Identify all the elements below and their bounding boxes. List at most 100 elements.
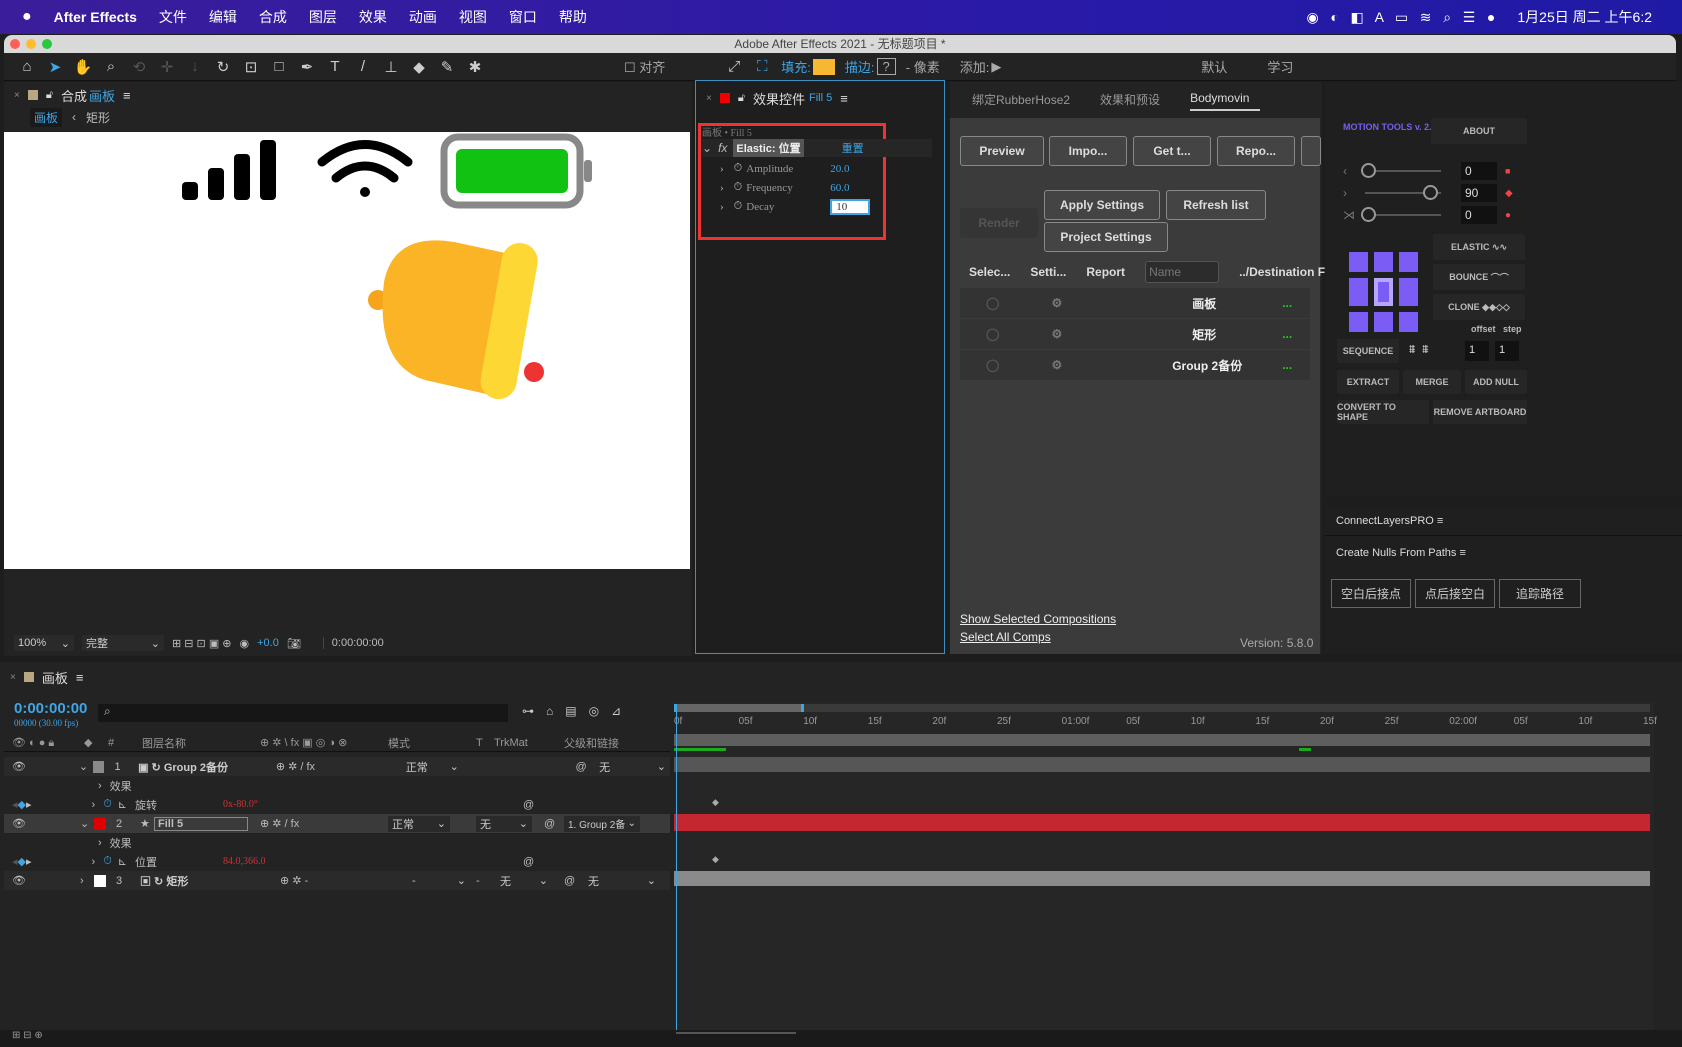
pan-tool-icon[interactable]: ✛ [158, 58, 176, 76]
about-button[interactable]: ABOUT [1431, 118, 1527, 144]
tab-effects-presets[interactable]: 效果和预设 [1100, 91, 1160, 108]
comp-time[interactable]: 0:00:00:00 [322, 637, 384, 649]
pickwhip-icon[interactable]: @ [575, 761, 595, 773]
show-selected-link[interactable]: Show Selected Compositions [960, 612, 1116, 626]
clock[interactable]: 1月25日 周二 上午6:2 [1517, 7, 1652, 27]
close-window-button[interactable] [10, 39, 20, 49]
sequence-stairs-icons[interactable]: ⩩ ⩩ [1409, 342, 1428, 357]
ease-slider[interactable] [1361, 207, 1441, 222]
time-graph[interactable]: 0f 05f 10f 15f 20f 25f 01:00f 05f 10f 15f 20f 25f 02… [674, 702, 1657, 1030]
workspace-default[interactable]: 默认 [1201, 57, 1227, 76]
stopwatch-icon[interactable]: ⏱︎ [734, 162, 743, 175]
menu-animation[interactable]: 动画 [409, 7, 437, 27]
ease-slider[interactable] [1361, 163, 1441, 178]
offset-input[interactable]: 1 [1465, 341, 1489, 361]
zoom-select[interactable]: 100% ⌄ [14, 635, 74, 651]
chevron-right-icon[interactable]: › [92, 856, 96, 868]
square-key-icon[interactable]: ■ [1505, 166, 1510, 176]
layer-bar-3[interactable] [674, 871, 1650, 886]
menu-layer[interactable]: 图层 [309, 7, 337, 27]
rotate-tool-icon[interactable]: ↻ [214, 58, 232, 76]
clone-button[interactable]: CLONE ◆◆◇◇ [1433, 294, 1525, 320]
slider-value[interactable]: 0 [1461, 162, 1497, 180]
chevron-right-icon[interactable]: › [720, 182, 724, 194]
effect-name[interactable]: Elastic: 位置 [733, 139, 804, 157]
select-radio[interactable]: ◯ [986, 296, 999, 310]
more-button[interactable] [1301, 136, 1321, 166]
camera-icon[interactable]: 📷︎ [287, 637, 301, 650]
layer-name[interactable]: ▣ ↻ Group 2备份 [138, 759, 276, 775]
selection-tool-icon[interactable]: ➤ [46, 58, 64, 76]
menu-effect[interactable]: 效果 [359, 7, 387, 27]
chevron-down-icon[interactable]: ⌄ [702, 141, 712, 155]
slider-value[interactable]: 90 [1461, 184, 1497, 202]
effects-group-row[interactable]: › 效果 [4, 833, 670, 852]
trace-path-button[interactable]: 追踪路径 [1499, 579, 1582, 608]
text-tool-icon[interactable]: T [326, 58, 344, 76]
rectangle-tool-icon[interactable]: □ [270, 58, 288, 76]
bounce-button[interactable]: BOUNCE ⌒⌒ [1433, 264, 1525, 290]
name-filter-input[interactable]: Name [1145, 261, 1220, 283]
menu-app[interactable]: After Effects [54, 9, 137, 25]
roto-tool-icon[interactable]: ✎ [438, 58, 456, 76]
chevron-right-icon[interactable]: › [720, 163, 724, 175]
panel-menu-icon[interactable]: ≡ [123, 88, 131, 103]
comp-canvas[interactable] [4, 132, 690, 569]
stopwatch-icon[interactable]: ⏱︎ [103, 855, 112, 868]
breadcrumb-layer[interactable]: 矩形 [86, 109, 110, 126]
pickwhip-icon[interactable]: @ [564, 875, 584, 887]
preview-button[interactable]: Preview [960, 136, 1044, 166]
stroke-width[interactable]: - 像素 [906, 57, 940, 76]
comp-flowchart-icon[interactable]: ⊶ [522, 704, 534, 718]
comp-tab-name[interactable]: 画板 [89, 86, 115, 105]
status-icons[interactable]: ◉ ◐ ◧ A ▭ ≋ ⌕ ☰ ● [1307, 9, 1496, 26]
slider-knob[interactable] [1361, 163, 1376, 178]
layer-name-input[interactable]: Fill 5 [154, 816, 248, 831]
step-input[interactable]: 1 [1495, 341, 1519, 361]
param-value[interactable]: 60.0 [830, 182, 849, 194]
keyframe-nav-icon[interactable]: ◆ [18, 855, 26, 868]
col-report[interactable]: Report [1086, 265, 1125, 279]
refresh-list-button[interactable]: Refresh list [1166, 190, 1266, 220]
layer-switches[interactable]: ⊕ ✲ / fx [276, 760, 402, 773]
parent-select[interactable]: 无 ⌄ [584, 872, 660, 889]
chevron-right-icon[interactable]: › [98, 780, 102, 792]
layer-row-selected[interactable]: 👁︎ ⌄ 2 ★ Fill 5 ⊕ ✲ / fx 正常 ⌄ 无 ⌄ @ 1. Gro… [4, 814, 670, 833]
home-icon[interactable]: ⌂ [18, 58, 36, 76]
exposure-value[interactable]: +0.0 [257, 637, 279, 649]
layer-bar-1[interactable] [674, 757, 1650, 772]
reset-link[interactable]: 重置 [842, 140, 864, 156]
report-button[interactable]: Repo... [1217, 136, 1295, 166]
destination-dots[interactable]: ... [1282, 327, 1292, 341]
menu-file[interactable]: 文件 [159, 7, 187, 27]
next-keyframe-icon[interactable]: ▸ [26, 798, 32, 811]
menu-composition[interactable]: 合成 [259, 7, 287, 27]
remove-artboard-button[interactable]: REMOVE ARTBOARD [1433, 400, 1527, 424]
anchor-cell[interactable] [1399, 312, 1418, 332]
work-area-bar-lower[interactable] [674, 734, 1650, 746]
workspace-learn[interactable]: 学习 [1267, 57, 1293, 76]
destination-dots[interactable]: ... [1282, 358, 1292, 372]
comp-row[interactable]: ◯ ⚙ Group 2备份... [960, 350, 1310, 380]
quality-select[interactable]: 完整 ⌄ [82, 635, 164, 651]
graph-icon[interactable]: ⊾ [118, 798, 127, 811]
breadcrumb-comp[interactable]: 画板 [30, 107, 63, 127]
time-ruler[interactable]: 0f 05f 10f 15f 20f 25f 01:00f 05f 10f 15f 20f 25f 02… [674, 716, 1657, 732]
eye-icon[interactable]: 👁︎ [4, 817, 40, 830]
property-row[interactable]: ◂ ◆ ▸ › ⏱︎ ⊾ 位置 84.0,366.0 @ [4, 852, 670, 871]
null-to-points-button[interactable]: 空白后接点 [1331, 579, 1412, 608]
stamp-tool-icon[interactable]: ⊥ [382, 58, 400, 76]
select-radio[interactable]: ◯ [986, 358, 999, 372]
snap-icon[interactable]: ⤢ [725, 58, 743, 76]
close-panel-icon[interactable]: × [14, 90, 20, 101]
extract-button[interactable]: EXTRACT [1337, 370, 1399, 394]
apply-settings-button[interactable]: Apply Settings [1044, 190, 1160, 220]
pickwhip-icon[interactable]: @ [523, 799, 534, 811]
mask-icon[interactable]: ⛶ [753, 58, 771, 76]
parent-select[interactable]: 1. Group 2备 ⌄ [564, 815, 640, 832]
close-panel-icon[interactable]: × [10, 672, 16, 683]
apple-icon[interactable]: ● [22, 8, 32, 26]
playhead[interactable] [676, 710, 677, 1030]
gear-icon[interactable]: ⚙ [1051, 358, 1062, 372]
graph-editor-icon[interactable]: ⊿ [611, 704, 621, 718]
